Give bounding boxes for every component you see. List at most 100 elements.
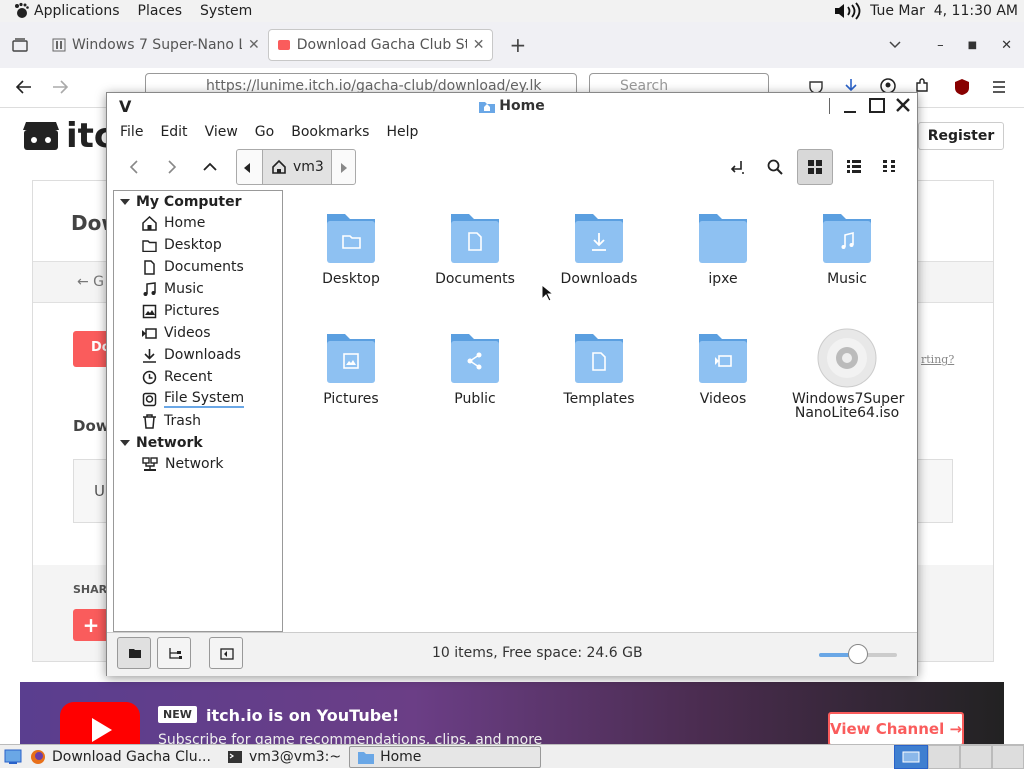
workspace-4[interactable] <box>992 744 1024 769</box>
sidebar-item-music[interactable]: Music <box>114 278 282 300</box>
toggle-location-icon[interactable] <box>729 159 745 175</box>
hamburger-menu-icon[interactable] <box>992 81 1006 93</box>
window-maximize-icon[interactable]: ■ <box>968 40 977 51</box>
window-close-icon[interactable]: ✕ <box>1001 38 1012 53</box>
sidebar-item-trash[interactable]: Trash <box>114 410 282 432</box>
show-tree-button[interactable] <box>157 637 191 669</box>
file-item-videos[interactable]: Videos <box>668 328 778 406</box>
close-icon[interactable] <box>895 97 911 113</box>
task-firefox[interactable]: Download Gacha Clu... <box>22 746 219 768</box>
new-tab-icon[interactable]: + <box>509 33 526 57</box>
show-desktop-icon[interactable] <box>4 749 22 765</box>
tab-gacha-club[interactable]: Download Gacha Club St ✕ <box>267 29 494 61</box>
sidebar-item-documents[interactable]: Documents <box>114 256 282 278</box>
sidebar-item-videos[interactable]: Videos <box>114 322 282 344</box>
download-icon <box>142 348 157 363</box>
tab-close-icon[interactable]: ✕ <box>248 37 260 53</box>
list-view-icon[interactable] <box>847 159 861 173</box>
new-badge: NEW <box>158 706 197 723</box>
menu-help[interactable]: Help <box>386 124 418 140</box>
window-title: Home <box>499 98 545 114</box>
workspace-1[interactable] <box>894 744 928 769</box>
file-item-public[interactable]: Public <box>420 328 530 406</box>
minimize-icon[interactable] <box>843 98 857 114</box>
system-menu[interactable]: System <box>200 3 252 19</box>
menu-file[interactable]: File <box>120 124 143 140</box>
sidebar-item-desktop[interactable]: Desktop <box>114 234 282 256</box>
maximize-icon[interactable] <box>869 98 885 114</box>
tab-title: Windows 7 Super-Nano Lit <box>72 37 242 53</box>
forward-arrow-icon[interactable] <box>52 80 68 94</box>
up-chevron-icon[interactable] <box>203 162 217 172</box>
menu-edit[interactable]: Edit <box>160 124 187 140</box>
file-item-music[interactable]: Music <box>792 208 902 286</box>
hide-sidebar-button[interactable] <box>209 637 243 669</box>
register-button[interactable]: Register <box>918 122 1004 150</box>
list-tabs-chevron-icon[interactable] <box>889 41 901 49</box>
compact-view-icon[interactable] <box>883 160 897 172</box>
icon-view-button[interactable] <box>797 149 833 185</box>
share-plus-button[interactable]: + <box>73 609 109 641</box>
volume-icon[interactable] <box>832 2 864 20</box>
home-icon <box>142 215 157 231</box>
tab-overview-icon[interactable] <box>12 38 28 52</box>
task-home[interactable]: Home <box>349 745 542 768</box>
app-icon[interactable]: V <box>119 97 131 116</box>
workspace-3[interactable] <box>960 744 992 769</box>
side-link[interactable]: rting? <box>921 353 954 366</box>
sidebar-item-home[interactable]: Home <box>114 212 282 234</box>
clock[interactable]: Tue Mar 4, 11:30 AM <box>870 3 1018 19</box>
sidebar-item-pictures[interactable]: Pictures <box>114 300 282 322</box>
tab-close-icon[interactable]: ✕ <box>473 37 485 53</box>
workspace-switcher[interactable] <box>894 744 1024 769</box>
task-terminal[interactable]: vm3@vm3:~ <box>219 746 349 768</box>
expander-down-icon[interactable] <box>120 439 130 447</box>
window-minimize-icon[interactable]: – <box>937 38 944 53</box>
menu-view[interactable]: View <box>205 124 238 140</box>
sidebar-item-network[interactable]: Network <box>114 453 282 475</box>
show-places-button[interactable] <box>117 637 151 669</box>
youtube-banner[interactable]: NEW itch.io is on YouTube! Subscribe for… <box>20 682 1004 744</box>
view-channel-button[interactable]: View Channel → <box>828 712 964 744</box>
file-icon-view[interactable]: Desktop Documents Downloads ipxe Music Pictur… <box>284 190 916 632</box>
file-item-documents[interactable]: Documents <box>420 208 530 286</box>
back-arrow-icon[interactable] <box>16 80 32 94</box>
sidebar-item-downloads[interactable]: Downloads <box>114 344 282 366</box>
expander-down-icon[interactable] <box>120 198 130 206</box>
ublock-icon[interactable] <box>954 78 970 96</box>
sidebar-header-my-computer[interactable]: My Computer <box>114 191 282 212</box>
file-item-windows7supernanolite64-iso[interactable]: Windows7Super NanoLite64.iso <box>792 328 904 420</box>
menu-bookmarks[interactable]: Bookmarks <box>291 124 369 140</box>
sidebar-item-label: Documents <box>164 259 244 275</box>
file-item-desktop[interactable]: Desktop <box>296 208 406 286</box>
search-icon[interactable] <box>767 159 783 175</box>
sidebar-item-label: Videos <box>164 325 211 341</box>
back-chevron-icon[interactable] <box>129 160 139 174</box>
places-menu[interactable]: Places <box>138 3 183 19</box>
sidebar-item-label: Downloads <box>164 347 241 363</box>
applications-menu[interactable]: Applications <box>12 2 120 20</box>
browser-tab-bar: Windows 7 Super-Nano Lit ✕ Download Gach… <box>0 22 1024 68</box>
sidebar-header-network[interactable]: Network <box>114 432 282 453</box>
file-item-downloads[interactable]: Downloads <box>544 208 654 286</box>
file-item-ipxe[interactable]: ipxe <box>668 208 778 286</box>
places-sidebar: My Computer Home Desktop Documents Music… <box>113 190 283 632</box>
file-item-label: ipxe <box>708 271 738 287</box>
bottom-taskbar: Download Gacha Clu... vm3@vm3:~ Home <box>0 744 1024 769</box>
workspace-2[interactable] <box>928 744 960 769</box>
zoom-slider-knob[interactable] <box>848 644 868 664</box>
view-channel-label: View Channel → <box>830 720 963 738</box>
zoom-slider[interactable] <box>819 644 897 664</box>
file-item-templates[interactable]: Templates <box>544 328 654 406</box>
back-link[interactable]: ← G <box>77 274 104 290</box>
sidebar-item-file-system[interactable]: File System <box>114 388 282 410</box>
forward-chevron-icon[interactable] <box>167 160 177 174</box>
sidebar-item-recent[interactable]: Recent <box>114 366 282 388</box>
menu-go[interactable]: Go <box>255 124 274 140</box>
path-right-arrow-icon[interactable] <box>340 162 348 174</box>
tab-windows7[interactable]: Windows 7 Super-Nano Lit ✕ <box>44 29 268 61</box>
path-left-arrow-icon[interactable] <box>243 162 251 174</box>
path-button-home[interactable]: vm3 <box>262 150 332 184</box>
file-item-pictures[interactable]: Pictures <box>296 328 406 406</box>
window-titlebar[interactable]: V Home <box>107 93 917 119</box>
